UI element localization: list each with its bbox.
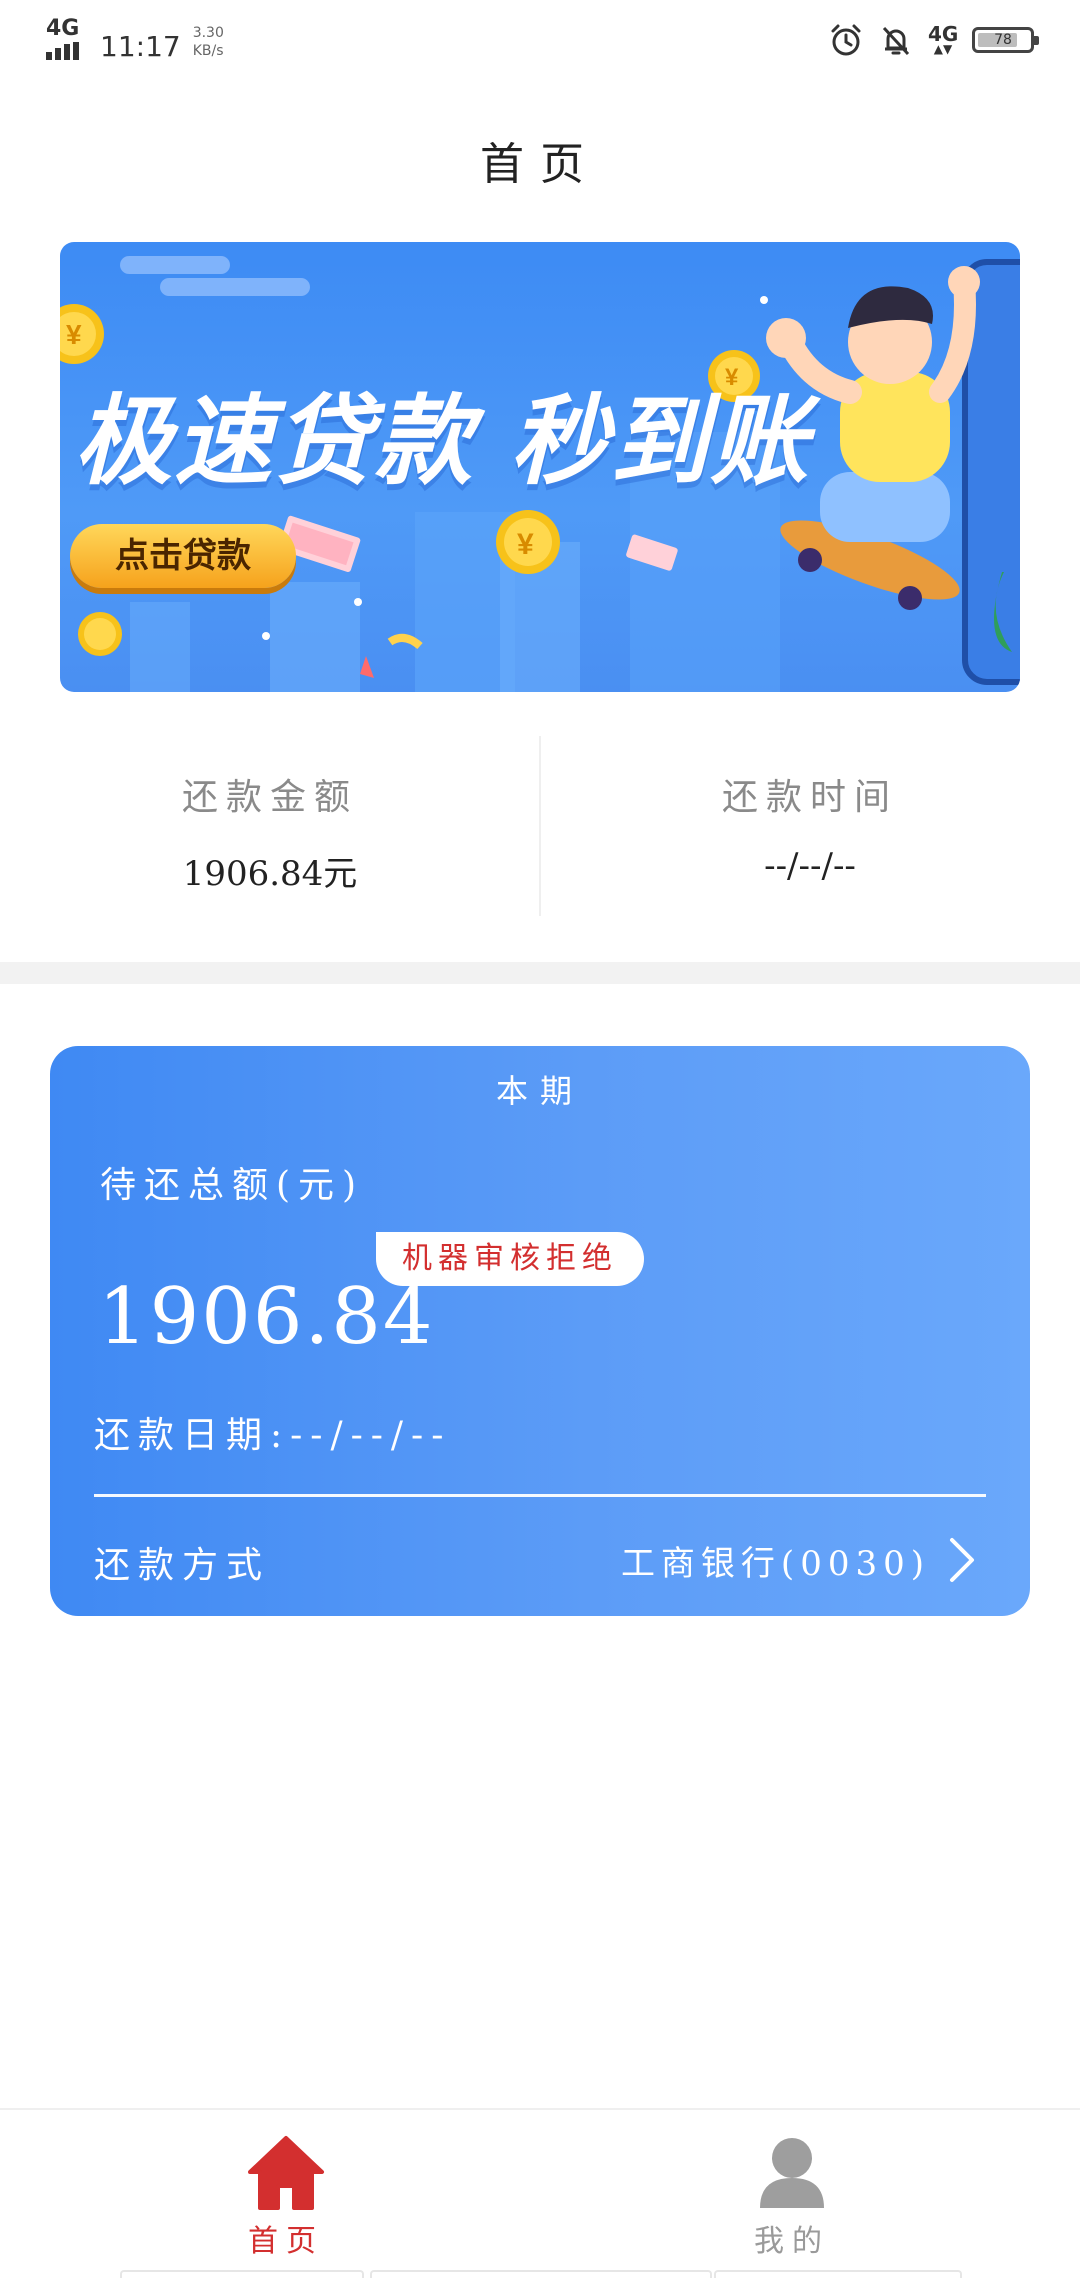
status-left: 4G 11:17 3.30 KB/s — [46, 18, 224, 63]
summary-time: 还款时间 --/--/-- — [540, 736, 1080, 916]
system-gesture-strip — [714, 2270, 962, 2278]
signal-bars — [46, 42, 79, 60]
svg-text:¥: ¥ — [517, 528, 534, 561]
network-type: 4G — [46, 16, 80, 41]
page-title: 首页 — [480, 139, 600, 190]
notifications-off-icon — [882, 26, 910, 56]
system-gesture-strip — [370, 2270, 712, 2278]
coin-icon: ¥ — [60, 304, 104, 364]
network-speed: 3.30 KB/s — [193, 24, 224, 60]
battery-icon: 78 — [972, 27, 1039, 53]
network-speed-unit: KB/s — [192, 43, 224, 59]
nav-item-home[interactable]: 首页 — [186, 2132, 386, 2260]
nav-label-home: 首页 — [248, 2224, 324, 2259]
card-due-date: 还款日期:--/--/-- — [94, 1415, 452, 1456]
chevron-right-icon[interactable] — [944, 1534, 980, 1586]
apply-loan-button[interactable]: 点击贷款 — [70, 524, 296, 588]
nav-item-mine[interactable]: 我的 — [692, 2132, 892, 2260]
repayment-summary: 还款金额 1906.84元 还款时间 --/--/-- — [0, 736, 1080, 916]
card-total-label: 待还总额(元) — [100, 1165, 365, 1206]
summary-time-value: --/--/-- — [764, 846, 856, 886]
section-divider — [0, 962, 1080, 984]
card-amount: 1906.84 — [98, 1272, 435, 1362]
summary-amount: 还款金额 1906.84元 — [0, 736, 540, 916]
signal-icon: 4G — [46, 18, 92, 60]
promo-banner[interactable]: ¥ ¥ ¥ 极速贷款 秒到账 点击贷款 — [60, 242, 1020, 692]
current-bill-card: 本期 待还总额(元) 机器审核拒绝 1906.84 还款日期:--/--/-- … — [50, 1046, 1030, 1616]
alarm-icon — [831, 24, 861, 56]
repayment-method-label[interactable]: 还款方式 — [94, 1536, 270, 1588]
summary-time-label: 还款时间 — [721, 777, 898, 818]
card-period-label: 本期 — [495, 1072, 584, 1110]
bottom-nav: 首页 我的 — [0, 2108, 1080, 2282]
system-gesture-strip — [120, 2270, 364, 2278]
status-time: 11:17 — [100, 30, 181, 63]
repayment-method-value[interactable]: 工商银行(0030) — [621, 1536, 930, 1585]
user-icon — [760, 2138, 824, 2208]
signal-4g-icon: 4G ▲▼ — [928, 22, 959, 56]
status-right: 4G ▲▼ 78 — [828, 22, 1039, 58]
svg-text:¥: ¥ — [66, 319, 82, 350]
nav-label-mine: 我的 — [754, 2224, 830, 2259]
summary-amount-value: 1906.84元 — [182, 854, 358, 894]
network-speed-value: 3.30 — [192, 25, 224, 41]
battery-level: 78 — [994, 32, 1012, 48]
banner-headline: 极速贷款 秒到账 — [74, 385, 811, 499]
home-icon — [248, 2136, 324, 2210]
status-bar: 4G 11:17 3.30 KB/s 4G ▲▼ 78 — [0, 0, 1080, 84]
network-type-right: 4G — [928, 22, 959, 46]
summary-amount-label: 还款金额 — [181, 777, 358, 818]
card-divider — [94, 1494, 986, 1497]
